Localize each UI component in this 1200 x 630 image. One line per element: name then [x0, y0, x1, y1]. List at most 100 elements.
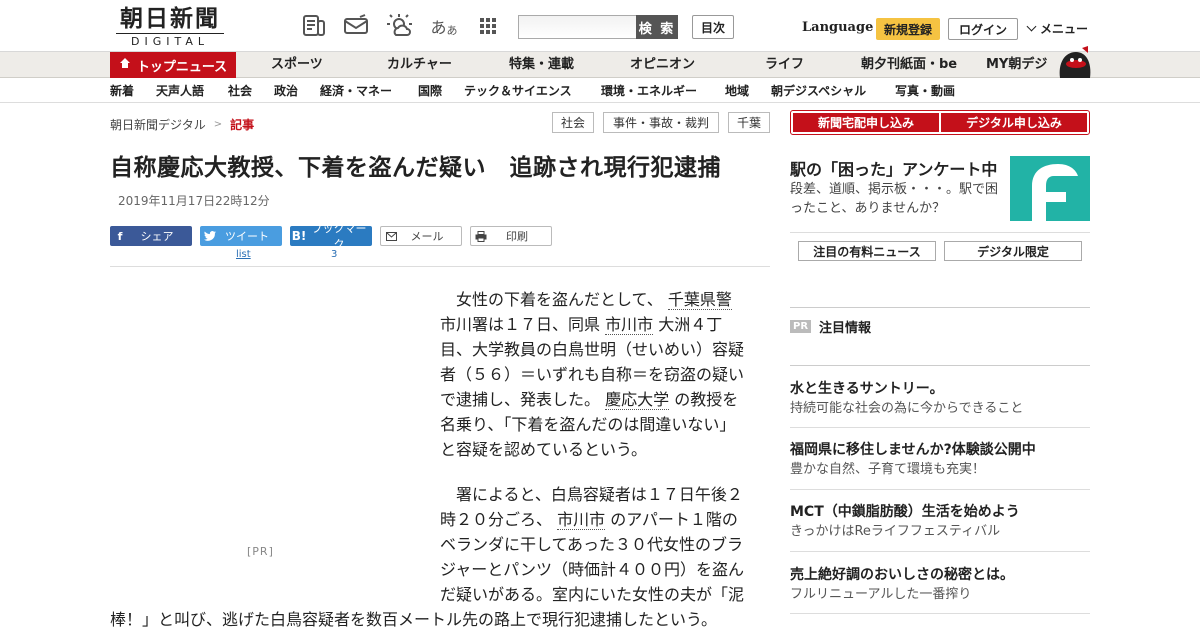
home-icon	[119, 57, 131, 73]
nav-item-culture[interactable]: カルチャー	[387, 52, 452, 78]
hatena-count[interactable]: 3	[331, 249, 337, 260]
apps-grid-icon[interactable]	[474, 13, 502, 39]
breadcrumb-separator: >	[213, 119, 223, 130]
subscription-cta: 新聞宅配申し込み デジタル申し込み	[790, 110, 1090, 135]
contents-button[interactable]: 目次	[692, 15, 734, 39]
nav-item-sports[interactable]: スポーツ	[271, 52, 323, 78]
tab-digital-only[interactable]: デジタル限定	[944, 241, 1082, 261]
nav-item-opinion[interactable]: オピニオン	[630, 52, 695, 78]
ad-pr-label: [PR]	[247, 545, 274, 558]
link-chiba-police[interactable]: 千葉県警	[667, 290, 732, 310]
chevron-down-icon	[1026, 21, 1037, 32]
print-icon	[471, 226, 491, 246]
divider	[790, 613, 1090, 614]
hatena-bookmark-label: ブックマーク	[311, 222, 367, 251]
link-keio-university[interactable]: 慶応大学	[605, 390, 670, 410]
font-size-icon[interactable]: ああ	[430, 13, 458, 39]
mail-share-label: メール	[410, 230, 444, 243]
hatena-bookmark-button[interactable]: B! ブックマーク	[290, 222, 372, 251]
subnav-item-politics[interactable]: 政治	[274, 79, 298, 103]
twitter-icon	[200, 226, 220, 246]
mail-share-button[interactable]: メール	[380, 226, 462, 246]
nav-item-my-asadigi[interactable]: MY朝デジ	[986, 52, 1047, 78]
font-size-small: あ	[446, 24, 458, 37]
search-button[interactable]: 検 索	[636, 15, 678, 39]
divider	[790, 427, 1090, 428]
nav-item-paper[interactable]: 朝夕刊紙面・be	[861, 52, 957, 78]
tag-incident[interactable]: 事件・事故・裁判	[603, 112, 719, 133]
register-button[interactable]: 新規登録	[876, 18, 940, 40]
weather-icon[interactable]	[386, 13, 414, 39]
tab-premium-news[interactable]: 注目の有料ニュース	[798, 241, 936, 261]
pr-item-title: 水と生きるサントリー。	[790, 381, 944, 397]
logo-subtext: DIGITAL	[116, 33, 224, 48]
subnav-item-tensei-jingo[interactable]: 天声人語	[156, 79, 204, 103]
pr-item-title: 福岡県に移住しませんか?体験談公開中	[790, 442, 1036, 458]
subnav-item-environment[interactable]: 環境・エネルギー	[601, 79, 697, 103]
breadcrumb-home[interactable]: 朝日新聞デジタル	[110, 116, 206, 133]
article-headline: 自称慶応大教授、下着を盗んだ疑い 追跡され現行犯逮捕	[110, 155, 721, 181]
nav-item-life[interactable]: ライフ	[765, 52, 804, 78]
pr-item[interactable]: 水と生きるサントリー。 持続可能な社会の為に今からできること	[790, 379, 1090, 419]
subnav-item-society[interactable]: 社会	[228, 79, 252, 103]
tag-society[interactable]: 社会	[552, 112, 594, 133]
link-ichikawa-city[interactable]: 市川市	[605, 315, 654, 335]
survey-logo-icon[interactable]	[1010, 156, 1090, 221]
print-button[interactable]: 印刷	[470, 226, 552, 246]
digital-subscribe-button[interactable]: デジタル申し込み	[941, 113, 1087, 132]
search-input[interactable]	[518, 15, 636, 39]
newspaper-delivery-button[interactable]: 新聞宅配申し込み	[793, 113, 939, 132]
nav-item-features[interactable]: 特集・連載	[509, 52, 574, 78]
language-link[interactable]: Language	[802, 20, 873, 35]
pr-item-subtitle: 持続可能な社会の為に今からできること	[790, 401, 1024, 416]
login-button[interactable]: ログイン	[948, 18, 1018, 40]
pr-badge: PR	[790, 320, 812, 333]
twitter-count[interactable]: list	[236, 249, 251, 260]
subnav-item-economy[interactable]: 経済・マネー	[320, 79, 392, 103]
subnav-item-photo-video[interactable]: 写真・動画	[895, 79, 955, 103]
paper-icon[interactable]	[300, 13, 328, 39]
text: 女性の下着を盗んだとして、	[456, 290, 663, 309]
tag-chiba[interactable]: 千葉	[728, 112, 770, 133]
pr-section-title: 注目情報	[819, 321, 872, 336]
pr-item-subtitle: きっかけはReライフフェスティバル	[790, 524, 1001, 539]
divider	[790, 489, 1090, 490]
divider	[790, 551, 1090, 552]
menu-label: メニュー	[1040, 22, 1089, 36]
subnav-item-tech-science[interactable]: テック＆サイエンス	[464, 79, 572, 103]
twitter-share-button[interactable]: ツイート	[200, 226, 282, 246]
article-paragraph-2-continued: 棒！」と叫び、逃げた白鳥容疑者を数百メートル先の路上で現行犯逮捕したという。	[110, 610, 718, 629]
survey-description[interactable]: 段差、道順、掲示板・・・。駅で困ったこと、ありませんか？	[790, 180, 1005, 218]
breadcrumb-current: 記事	[230, 118, 255, 132]
subnav-item-new[interactable]: 新着	[110, 79, 134, 103]
divider	[790, 307, 1090, 308]
link-ichikawa-city-2[interactable]: 市川市	[557, 510, 606, 530]
survey-title[interactable]: 駅の「困った」アンケート中	[790, 156, 997, 180]
facebook-share-button[interactable]: f シェア	[110, 226, 192, 246]
divider	[790, 365, 1090, 366]
pr-item-title: MCT（中鎖脂肪酸）生活を始めよう	[790, 504, 1020, 520]
subnav-item-special[interactable]: 朝デジスペシャル	[771, 79, 866, 103]
nav-item-top-news[interactable]: トップニュース	[110, 52, 236, 78]
article-paragraph-2: 署によると、白鳥容疑者は１７日午後２時２０分ごろ、 市川市 のアパート１階のベラ…	[440, 482, 746, 607]
pr-item[interactable]: 売上絶好調のおいしさの秘密とは。 フルリニューアルした一番搾り	[790, 565, 1090, 605]
font-size-large: あ	[430, 18, 447, 37]
text: 市川署は１７日、同県	[440, 315, 601, 334]
mail-icon[interactable]	[342, 13, 370, 39]
logo-text: 朝日新聞	[120, 5, 220, 32]
main-nav: トップニュース スポーツ カルチャー 特集・連載 オピニオン ライフ 朝夕刊紙面…	[0, 46, 1200, 78]
pr-item[interactable]: MCT（中鎖脂肪酸）生活を始めよう きっかけはReライフフェスティバル	[790, 502, 1090, 542]
divider	[790, 232, 1090, 233]
menu-button[interactable]: メニュー	[1026, 20, 1088, 37]
pr-item[interactable]: 福岡県に移住しませんか?体験談公開中 豊かな自然、子育て環境も充実！	[790, 440, 1090, 480]
article-divider	[110, 266, 770, 267]
facebook-icon: f	[117, 229, 123, 243]
subnav-item-region[interactable]: 地域	[725, 79, 749, 103]
nav-item-label: トップニュース	[136, 59, 228, 75]
sub-nav: 新着 天声人語 社会 政治 経済・マネー 国際 テック＆サイエンス 環境・エネル…	[0, 79, 1200, 103]
subnav-item-international[interactable]: 国際	[418, 79, 442, 103]
mascot-icon[interactable]	[1054, 44, 1094, 78]
asahi-digital-logo[interactable]: 朝日新聞 DIGITAL	[116, 6, 232, 48]
